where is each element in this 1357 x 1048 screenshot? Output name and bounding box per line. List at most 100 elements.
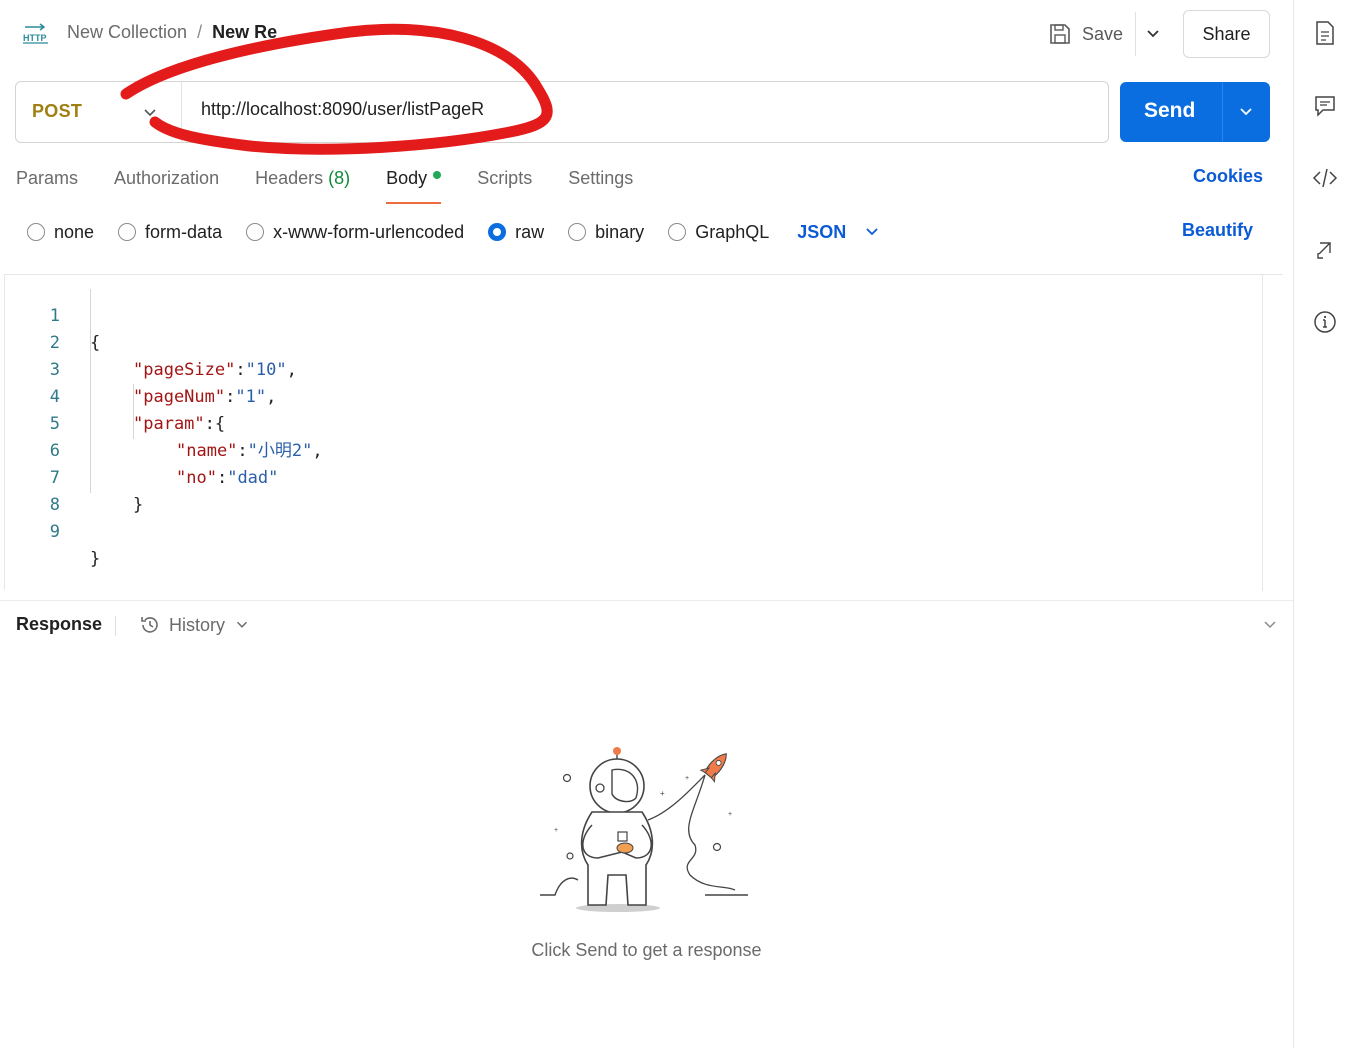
tab-scripts[interactable]: Scripts [477,164,532,204]
share-button[interactable]: Share [1183,10,1270,58]
code-text: { [90,330,100,357]
brace: } [133,495,144,515]
save-divider [1135,12,1136,56]
body-type-options: none form-data x-www-form-urlencoded raw… [27,218,882,246]
svg-text:+: + [685,775,689,782]
send-button[interactable]: Send [1120,82,1270,142]
code-text: } [133,492,143,519]
code-snippet-button[interactable] [1312,165,1338,191]
comments-button[interactable] [1312,93,1338,119]
history-label: History [169,614,226,635]
beautify-button[interactable]: Beautify [1182,220,1253,241]
history-dropdown[interactable]: History [139,614,251,636]
chevron-down-icon[interactable] [1236,102,1256,122]
radio[interactable] [568,223,587,241]
code-line: 6 "no":"dad" [5,411,279,488]
radio[interactable] [118,223,137,241]
response-title[interactable]: Response [16,614,102,635]
tab-authorization[interactable]: Authorization [114,164,219,204]
radio[interactable] [246,223,265,241]
code-line: 9 } [5,492,101,569]
method-select[interactable]: POST [32,101,82,122]
code-text: "param":{ [133,414,226,434]
option-none[interactable]: none [27,222,94,243]
code-text: "pageSize":"10", [133,360,297,380]
json-key: "no" [176,468,217,488]
right-sidebar [1293,0,1357,1048]
tab-params[interactable]: Params [16,164,78,204]
raw-format-label: JSON [797,221,847,242]
response-separator [115,616,116,636]
svg-text:HTTP: HTTP [23,33,47,43]
svg-text:+: + [554,827,558,834]
document-icon [1316,21,1334,45]
option-binary[interactable]: binary [568,222,644,243]
json-key: "param" [133,414,205,434]
url-input[interactable] [201,99,1081,120]
radio-selected[interactable] [488,223,507,241]
save-label: Save [1082,23,1124,44]
line-number: 9 [49,522,60,542]
option-label: GraphQL [695,221,770,242]
raw-format-select[interactable]: JSON [797,222,882,243]
breadcrumb-separator: / [197,22,203,42]
option-label: raw [515,221,545,242]
option-form-data[interactable]: form-data [118,222,222,243]
code-line: 3 "pageNum":"1", [5,330,277,407]
chevron-down-icon[interactable] [1260,615,1280,635]
tab-label: Scripts [477,168,533,188]
json-key: "pageSize" [133,360,236,380]
save-icon [1050,24,1070,44]
breadcrumb-collection[interactable]: New Collection [67,22,187,43]
radio[interactable] [668,223,687,241]
save-button[interactable]: Save [1048,18,1123,50]
json-value: "1" [235,387,267,407]
chevron-down-icon[interactable] [140,103,160,123]
json-key: "name" [176,441,238,461]
request-header: HTTP New Collection / New Re Save Share [0,0,1293,68]
request-workspace: HTTP New Collection / New Re Save Share … [0,0,1293,1048]
tab-label: Params [16,168,79,188]
brace: { [90,333,101,353]
option-label: binary [595,221,645,242]
cookies-link[interactable]: Cookies [1193,166,1263,187]
related-collections-button[interactable] [1312,237,1338,263]
brace: { [214,414,226,434]
breadcrumb: New Collection / New Re [67,22,277,43]
request-tabs: Params Authorization Headers (8) Body Sc… [16,164,669,204]
body-status-dot [433,171,442,180]
send-label: Send [1144,99,1196,122]
documentation-button[interactable] [1312,20,1338,46]
request-bar: POST [15,81,1109,143]
chevron-down-icon[interactable] [1143,24,1163,44]
option-urlencoded[interactable]: x-www-form-urlencoded [246,222,464,243]
svg-text:+: + [728,811,732,818]
tab-headers[interactable]: Headers (8) [255,164,350,204]
radio[interactable] [27,223,45,241]
tab-settings[interactable]: Settings [568,164,633,204]
http-request-icon: HTTP [23,23,48,44]
code-text: } [90,546,100,573]
tab-label: Settings [568,168,634,188]
history-icon [141,617,158,633]
option-graphql[interactable]: GraphQL [668,222,769,243]
tab-label: Headers [255,168,324,188]
comment-icon [1315,96,1335,117]
response-divider[interactable] [0,600,1293,601]
breadcrumb-request-name[interactable]: New Re [212,22,277,43]
json-value: "小明2" [247,441,313,461]
tab-body[interactable]: Body [386,164,442,204]
option-label: form-data [145,221,223,242]
editor-scrollbar[interactable] [1262,275,1263,591]
brace: } [90,549,101,569]
option-raw[interactable]: raw [488,222,544,243]
code-line: 2 "pageSize":"10", [5,303,297,380]
body-editor[interactable]: 1 { 2 "pageSize":"10", 3 "pageNum":"1", … [4,274,1283,591]
arrows-icon [1317,242,1331,259]
code-line: 1 { [5,276,101,353]
tab-label: Body [386,168,428,188]
code-text: "pageNum":"1", [133,387,277,407]
request-info-button[interactable] [1312,309,1338,335]
code-line: 5 "name":"小明2", [5,384,323,461]
method-divider [181,82,182,142]
